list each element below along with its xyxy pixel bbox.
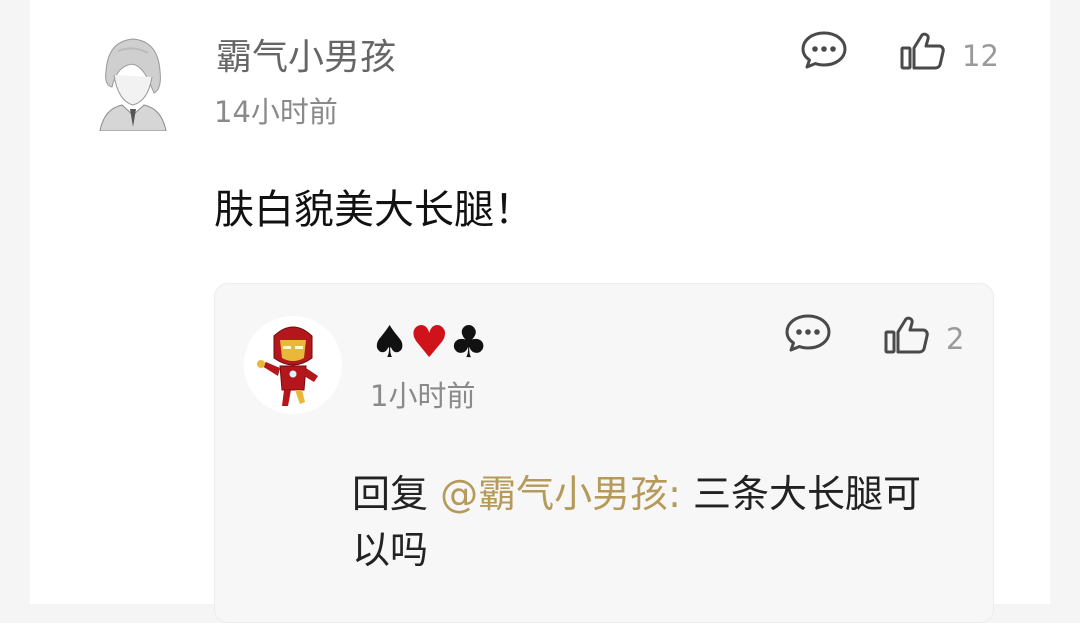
reply-body: 回复 @霸气小男孩: 三条大长腿可以吗 [352, 466, 952, 578]
reply-prefix: 回复 [352, 472, 441, 516]
comment-bubble-icon[interactable] [784, 313, 832, 353]
heart-suit: ♥ [409, 317, 449, 368]
thumbs-up-icon[interactable] [884, 315, 930, 355]
avatar-portrait-icon [88, 31, 174, 132]
reply-like-count: 2 [946, 322, 965, 356]
club-suit: ♣ [448, 317, 489, 368]
comment-username[interactable]: 霸气小男孩 [216, 36, 396, 80]
reply-timestamp: 1小时前 [370, 379, 476, 413]
reply-mention-link[interactable]: @霸气小男孩: [440, 472, 681, 516]
reply-username[interactable]: ♠♥♣ [370, 318, 488, 368]
comment-body: 肤白貌美大长腿！ [214, 187, 534, 233]
thumbs-up-icon[interactable] [900, 31, 946, 71]
user-avatar[interactable] [88, 31, 174, 132]
ironman-avatar-icon [244, 316, 342, 414]
reply-user-avatar[interactable] [244, 316, 342, 414]
comment-like-count: 12 [962, 39, 999, 73]
comment-bubble-icon[interactable] [800, 30, 848, 70]
comment-timestamp: 14小时前 [214, 95, 338, 129]
spade-suit: ♠ [370, 317, 410, 368]
